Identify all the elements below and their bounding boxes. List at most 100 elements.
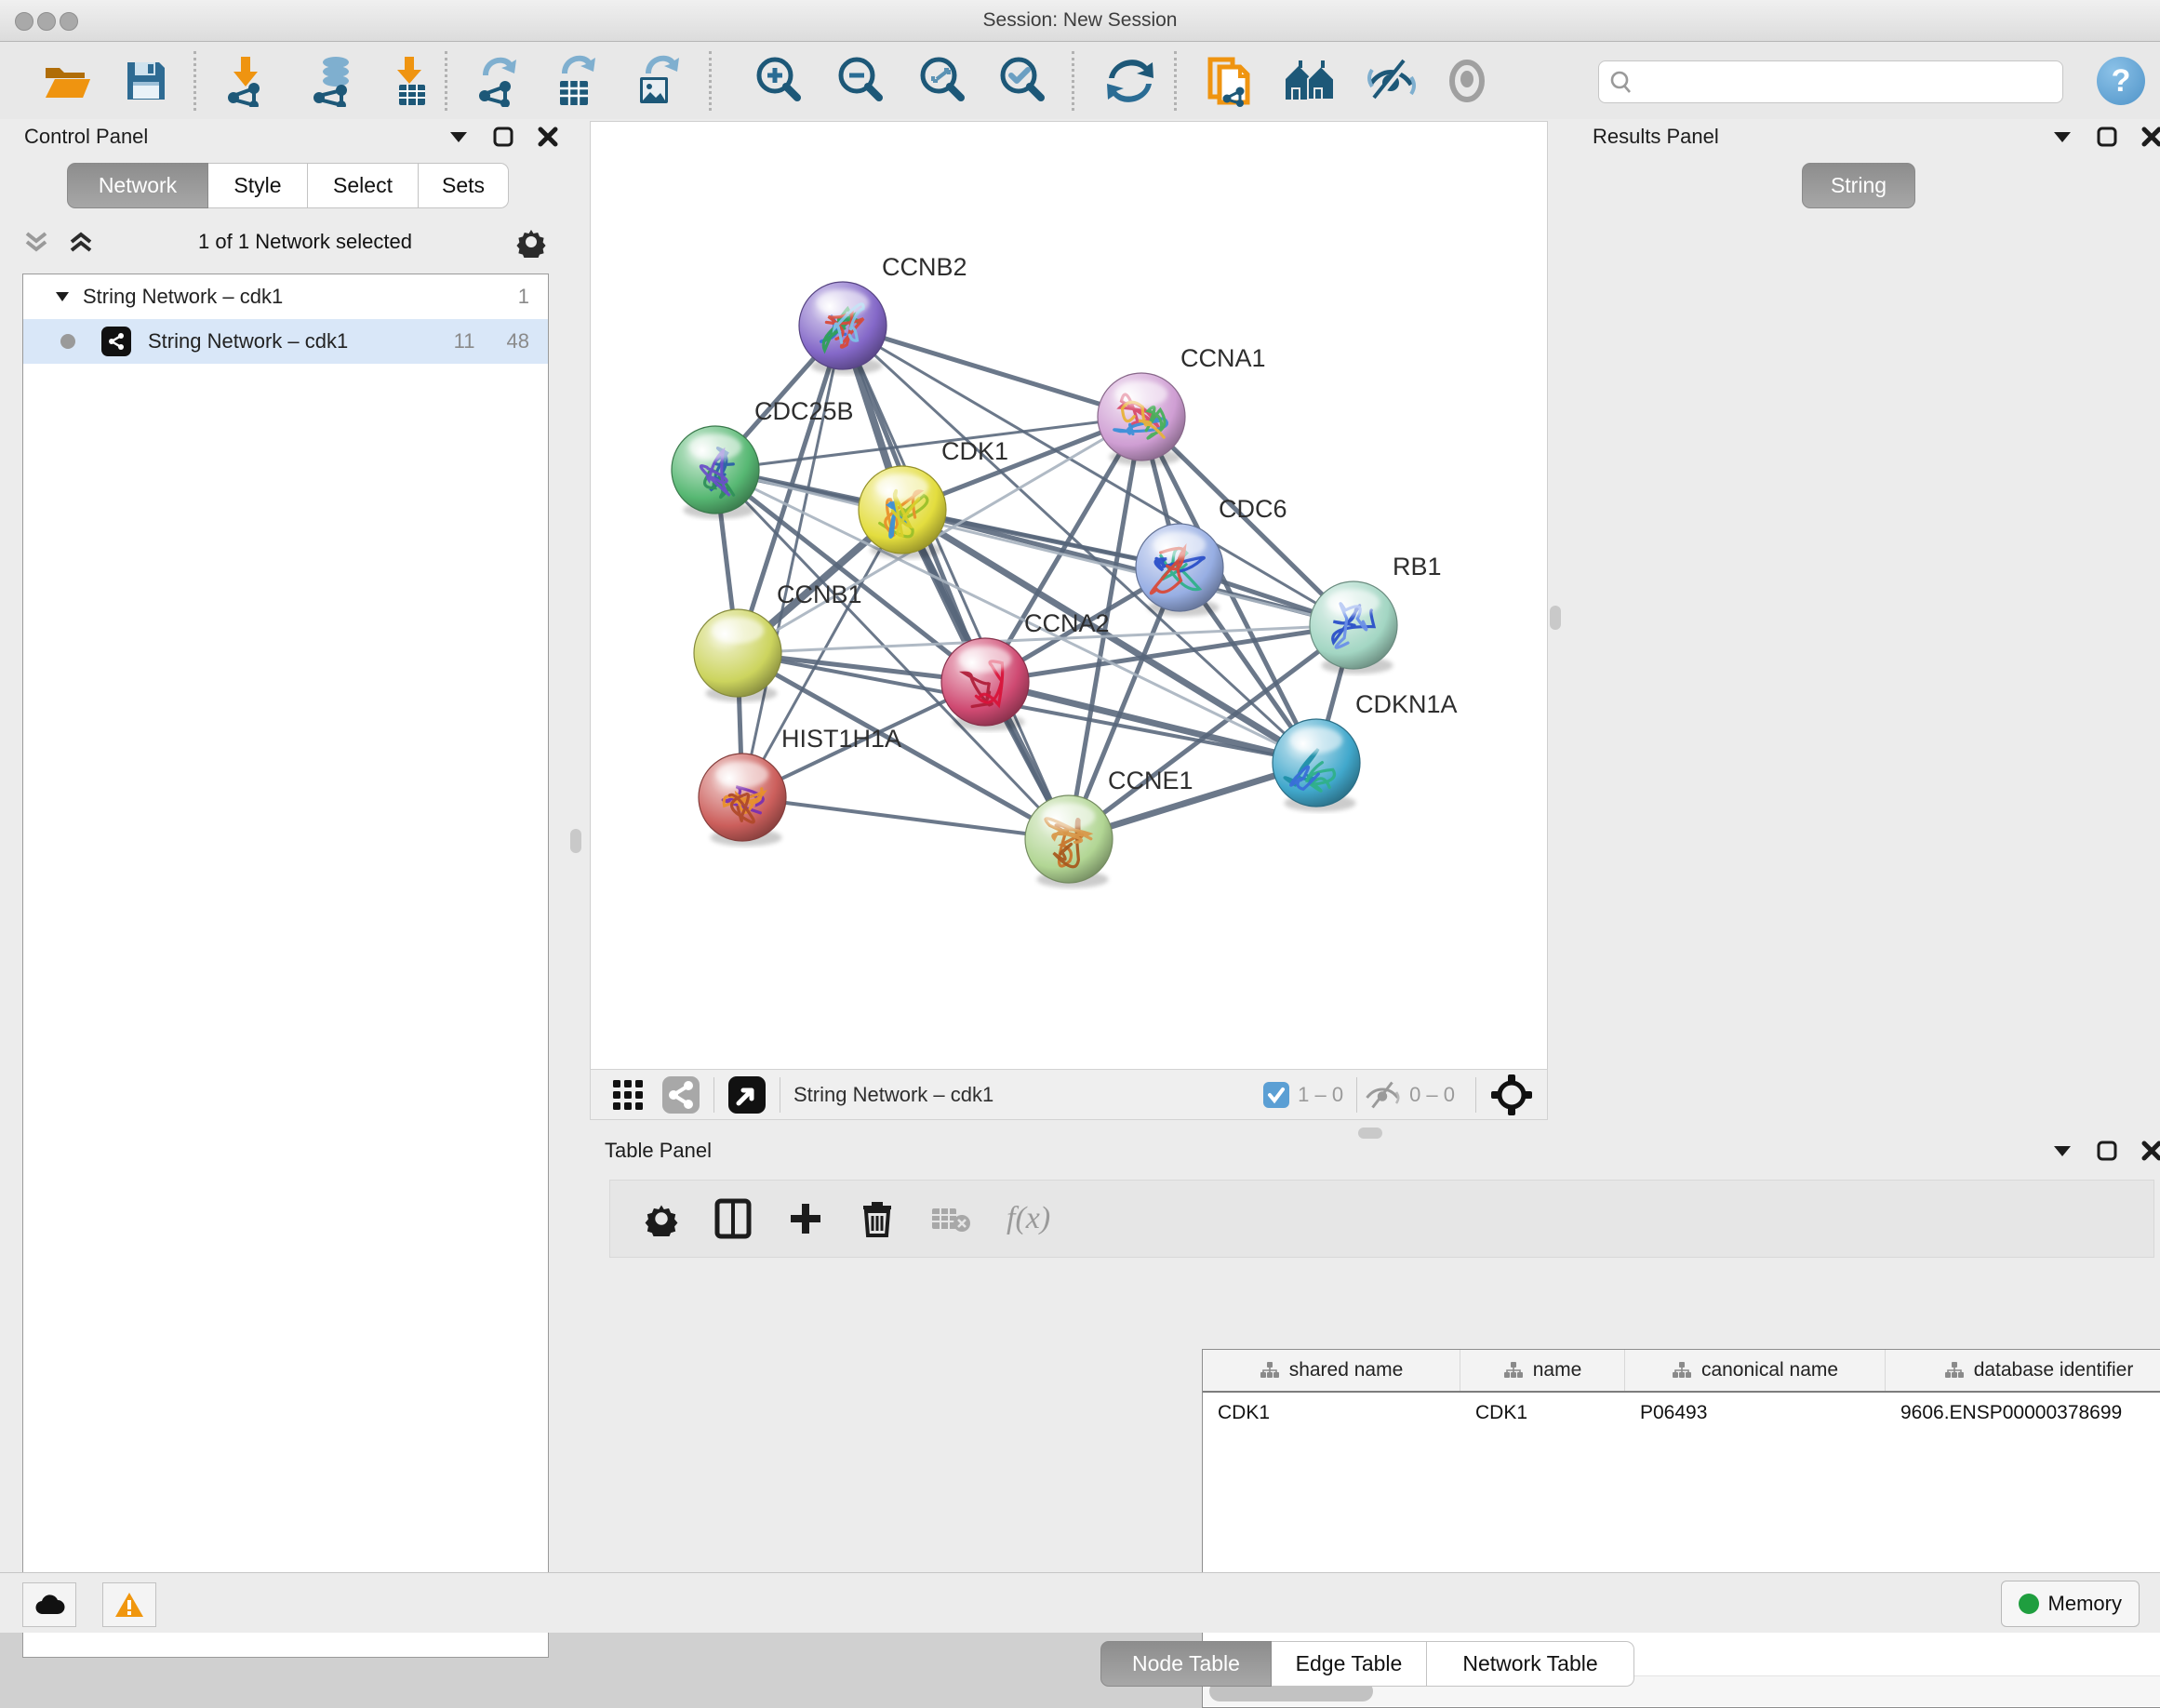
node-label-CDKN1A: CDKN1A: [1355, 690, 1458, 718]
float-panel-icon[interactable]: [2097, 1141, 2117, 1161]
network-canvas[interactable]: CCNB2CCNA1CDC25BCDK1CDC6RB1CCNB1CCNA2CDK…: [590, 121, 1548, 1070]
table-panel-title: Table Panel: [605, 1139, 712, 1163]
close-panel-icon[interactable]: [538, 127, 558, 147]
node-CDC6[interactable]: [1136, 524, 1223, 611]
network-collection-row[interactable]: String Network – cdk1 1: [23, 274, 548, 319]
network-row-selected[interactable]: String Network – cdk1 11 48: [23, 319, 548, 364]
node-CCNA2[interactable]: [941, 638, 1029, 726]
save-session-button[interactable]: [119, 54, 173, 108]
tab-select[interactable]: Select: [308, 163, 419, 208]
close-panel-icon[interactable]: [2141, 1141, 2160, 1161]
node-label-RB1: RB1: [1393, 553, 1442, 580]
tab-edge-table[interactable]: Edge Table: [1272, 1641, 1427, 1687]
cloud-status-button[interactable]: [22, 1582, 76, 1627]
table-row[interactable]: CDK1CDK1P064939606.ENSP00000378699cyclin…: [1203, 1393, 2160, 1434]
node-CCNE1[interactable]: [1025, 795, 1113, 883]
column-header-database-identifier[interactable]: database identifier: [1886, 1350, 2160, 1391]
node-HIST1H1A[interactable]: [699, 754, 786, 841]
left-splitter-grip[interactable]: [570, 829, 581, 853]
import-database-button[interactable]: [307, 54, 361, 108]
node-label-CCNB2: CCNB2: [882, 253, 967, 281]
title-bar: Session: New Session: [0, 0, 2160, 42]
create-column-icon[interactable]: [787, 1200, 824, 1237]
right-splitter-grip[interactable]: [1550, 606, 1561, 630]
import-table-button[interactable]: [383, 54, 437, 108]
tab-network[interactable]: Network: [67, 163, 208, 208]
zoom-selected-button[interactable]: [995, 54, 1049, 108]
node-CDK1[interactable]: [859, 466, 946, 554]
import-network-button[interactable]: [220, 54, 273, 108]
memory-button[interactable]: Memory: [2001, 1581, 2140, 1627]
collapse-all-networks-icon[interactable]: [22, 230, 50, 254]
tab-network-table[interactable]: Network Table: [1427, 1641, 1634, 1687]
network-view-toolbar: String Network – cdk1 1 – 0 0 – 0: [590, 1069, 1548, 1120]
close-panel-icon[interactable]: [2141, 127, 2160, 147]
selected-nodes-checkbox-icon: [1262, 1081, 1290, 1109]
float-panel-icon[interactable]: [493, 127, 513, 147]
node-label-CCNE1: CCNE1: [1108, 767, 1193, 794]
main-toolbar: ?: [0, 42, 2160, 120]
node-CCNB2[interactable]: [799, 282, 887, 369]
memory-label: Memory: [2048, 1592, 2122, 1616]
node-CCNA1[interactable]: [1098, 373, 1185, 460]
cloud-icon: [33, 1594, 65, 1616]
panel-menu-icon[interactable]: [448, 130, 469, 143]
tab-sets[interactable]: Sets: [419, 163, 509, 208]
node-CCNB1[interactable]: [694, 609, 781, 697]
app-window: Session: New Session: [0, 0, 2160, 1632]
float-panel-icon[interactable]: [2097, 127, 2117, 147]
tab-node-table[interactable]: Node Table: [1100, 1641, 1272, 1687]
hide-selected-button[interactable]: [1364, 54, 1418, 108]
tab-style[interactable]: Style: [208, 163, 308, 208]
zoom-out-button[interactable]: [833, 54, 887, 108]
delete-column-icon[interactable]: [860, 1198, 895, 1239]
zoom-fit-button[interactable]: [915, 54, 969, 108]
collection-expander-icon[interactable]: [55, 291, 70, 302]
network-view-title: String Network – cdk1: [793, 1083, 1262, 1107]
open-session-button[interactable]: [41, 54, 95, 108]
expand-all-networks-icon[interactable]: [67, 230, 95, 254]
export-image-button[interactable]: [629, 54, 683, 108]
birds-eye-view-icon[interactable]: [727, 1075, 767, 1114]
node-label-CCNA2: CCNA2: [1024, 609, 1110, 637]
column-header-canonical-name[interactable]: canonical name: [1625, 1350, 1886, 1391]
export-table-button[interactable]: [547, 54, 601, 108]
window-title: Session: New Session: [0, 0, 2160, 41]
inactive-eye-icon[interactable]: [1440, 54, 1494, 108]
node-CDKN1A[interactable]: [1273, 719, 1360, 807]
attribute-type-icon: [1672, 1361, 1692, 1380]
grid-view-icon[interactable]: [609, 1076, 647, 1114]
network-options-gear-icon[interactable]: [515, 226, 547, 258]
warnings-button[interactable]: [102, 1582, 156, 1627]
table-options-gear-icon[interactable]: [644, 1201, 679, 1236]
edge-CCNB2-CCNE1[interactable]: [843, 326, 1069, 839]
node-CDC25B[interactable]: [672, 426, 759, 514]
show-columns-icon[interactable]: [714, 1198, 752, 1239]
node-RB1[interactable]: [1310, 581, 1397, 669]
help-button[interactable]: ?: [2097, 57, 2145, 105]
search-icon: [1599, 68, 1642, 96]
string-view-icon[interactable]: [661, 1075, 700, 1114]
edge-CCNB2-CCNA1[interactable]: [843, 326, 1141, 417]
export-network-button[interactable]: [470, 54, 524, 108]
attribute-type-icon: [1944, 1361, 1965, 1380]
current-network-dot: [60, 334, 75, 349]
table-cell: CDK1: [1460, 1393, 1625, 1434]
function-builder-icon: f(x): [1007, 1201, 1050, 1236]
panel-menu-icon[interactable]: [2052, 130, 2073, 143]
column-header-shared-name[interactable]: shared name: [1203, 1350, 1460, 1391]
node-label-CCNB1: CCNB1: [777, 580, 862, 608]
panel-menu-icon[interactable]: [2052, 1144, 2073, 1157]
search-input[interactable]: [1598, 60, 2063, 103]
show-all-nodes-button[interactable]: [1284, 54, 1338, 108]
edge-CDC25B-CDC6[interactable]: [715, 470, 1180, 567]
tab-string-results[interactable]: String: [1802, 163, 1915, 208]
edge-HIST1H1A-CCNE1[interactable]: [742, 797, 1069, 839]
clone-network-button[interactable]: [1204, 54, 1258, 108]
collection-label: String Network – cdk1: [83, 285, 518, 309]
fit-selected-crosshair-icon[interactable]: [1489, 1073, 1534, 1117]
zoom-in-button[interactable]: [752, 54, 806, 108]
column-header-name[interactable]: name: [1460, 1350, 1625, 1391]
refresh-button[interactable]: [1103, 54, 1157, 108]
delete-table-icon: [930, 1203, 971, 1234]
